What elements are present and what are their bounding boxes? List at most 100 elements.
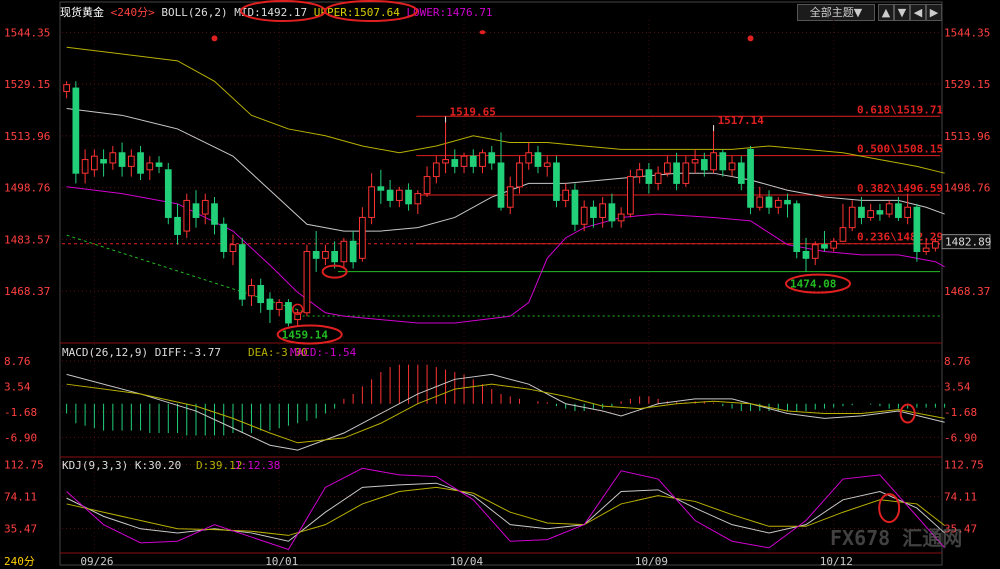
candle-body [137, 152, 144, 174]
candle-body [617, 213, 625, 222]
candle-body [220, 223, 228, 252]
candle-body [257, 285, 265, 304]
candle-body [349, 240, 357, 263]
kdj-ytick-right: 112.75 [944, 458, 984, 471]
candle-body [848, 206, 856, 229]
price-ytick-right: 1529.15 [944, 78, 990, 91]
candle-body [81, 159, 89, 174]
candle-body [673, 162, 680, 184]
candle-body [248, 285, 255, 297]
price-ytick-right: 1498.76 [944, 182, 990, 195]
highlight-ellipse [324, 0, 418, 22]
last-price-label: 1482.89 [945, 236, 991, 249]
highlight-ellipse [240, 0, 326, 22]
boll-upper-line [66, 46, 945, 174]
candle-body [691, 159, 699, 164]
kdj-title: KDJ(9,3,3) K:30.20 [62, 459, 181, 472]
candle-body [525, 152, 533, 164]
macd-hist-label: MACD:-1.54 [290, 346, 357, 359]
candle-body [497, 162, 505, 208]
candle-body [580, 206, 588, 225]
price-ytick-left: 1498.76 [4, 182, 50, 195]
price-ytick-left: 1544.35 [4, 26, 50, 39]
candle-body [627, 176, 634, 215]
candle-body [895, 203, 902, 218]
candle-body [516, 162, 523, 188]
candle-body [118, 152, 126, 167]
date-label: 10/01 [265, 555, 298, 568]
candle-body [839, 227, 847, 242]
candle-body [700, 159, 708, 171]
candle-body [904, 206, 912, 218]
period-footer-label: 240分 [4, 555, 35, 568]
candle-body [553, 162, 560, 201]
candle-body [312, 250, 320, 259]
candle-body [802, 250, 810, 259]
candle-body [340, 240, 348, 263]
watermark: FX678 汇通网 [830, 526, 962, 550]
candle-body [368, 186, 375, 218]
price-ytick-left: 1513.96 [4, 130, 50, 143]
fib-label: 0.618\1519.71 [857, 103, 943, 116]
candle-body [922, 247, 930, 252]
date-label: 10/12 [820, 555, 853, 568]
candle-body [737, 162, 745, 184]
candle-body [479, 152, 486, 167]
candle-body [432, 162, 440, 178]
chart-stage: 现货黄金 <240分> BOLL(26,2) MID:1492.17 UPPER… [0, 0, 1000, 569]
peak-value-label: 1517.14 [718, 114, 765, 127]
candle-body [710, 152, 717, 171]
candle-body [442, 159, 449, 164]
price-ytick-right: 1513.96 [944, 130, 990, 143]
price-ytick-right: 1468.37 [944, 285, 990, 298]
candle-body [266, 298, 274, 310]
candle-body [543, 162, 551, 167]
candle-body [386, 189, 394, 201]
candle-body [571, 189, 579, 225]
fib-label: 0.236\1482.29 [857, 231, 943, 244]
macd-ytick-right: 3.54 [944, 380, 971, 393]
candle-body [488, 152, 496, 164]
macd-ytick-left: 8.76 [4, 355, 31, 368]
candle-body [885, 203, 893, 215]
candle-body [423, 176, 431, 195]
chart-svg: 1544.35 1544.35 1529.15 1529.15 1513.96 1513.… [4, 0, 991, 568]
candle-body [599, 203, 607, 218]
candle-body [146, 162, 154, 171]
macd-ytick-right: 8.76 [944, 355, 971, 368]
candle-body [109, 152, 117, 164]
highlight-ellipse [878, 493, 901, 524]
candle-body [636, 169, 643, 178]
macd-title: MACD(26,12,9) DIFF:-3.77 [62, 346, 221, 359]
candle-body [72, 87, 80, 174]
candle-body [238, 244, 246, 300]
candle-body [654, 172, 662, 184]
macd-ytick-right: -1.68 [944, 406, 977, 419]
macd-ytick-right: -6.90 [944, 431, 977, 444]
date-label: 09/26 [80, 555, 113, 568]
candle-body [460, 155, 468, 167]
candle-body [127, 155, 135, 167]
candle-body [192, 203, 200, 218]
candle-body [405, 189, 412, 205]
candle-body [830, 240, 838, 249]
candle-body [747, 148, 754, 208]
price-ytick-left: 1483.57 [4, 233, 50, 246]
candle-body [858, 206, 865, 218]
candle-body [932, 241, 939, 249]
macd-dea-line [66, 383, 945, 444]
candle-body [90, 155, 98, 171]
low-value-label: 1474.08 [790, 278, 836, 291]
kdj-j-line [66, 467, 945, 551]
peak-value-label: 1519.65 [450, 106, 496, 119]
event-marker [747, 35, 754, 42]
candle-body [229, 244, 237, 252]
candle-body [414, 193, 422, 205]
candle-body [451, 159, 459, 167]
kdj-ytick-right: 74.11 [944, 490, 977, 503]
candle-body [793, 203, 801, 252]
candle-body [100, 159, 107, 164]
price-ytick-left: 1529.15 [4, 78, 50, 91]
date-label: 10/09 [635, 555, 668, 568]
candle-body [155, 162, 163, 167]
